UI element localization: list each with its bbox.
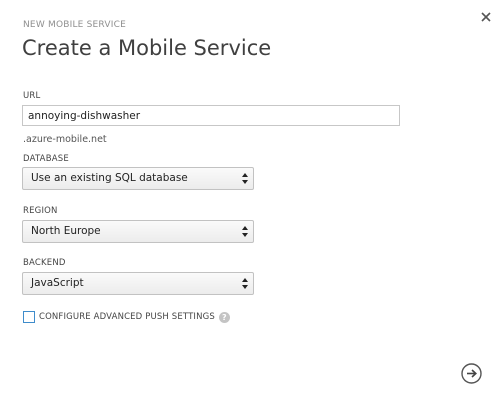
up-down-arrows-icon <box>242 173 248 184</box>
arrow-right-circle-icon <box>461 363 482 384</box>
region-select-value: North Europe <box>31 225 101 237</box>
region-label: REGION <box>23 206 58 216</box>
close-button[interactable] <box>479 9 493 23</box>
url-label: URL <box>23 91 41 101</box>
backend-select[interactable]: JavaScript <box>22 272 254 295</box>
up-down-arrows-icon <box>242 278 248 289</box>
backend-label: BACKEND <box>23 258 66 268</box>
database-label: DATABASE <box>23 154 69 164</box>
database-select[interactable]: Use an existing SQL database <box>22 167 254 190</box>
up-down-arrows-icon <box>242 226 248 237</box>
dialog-title: Create a Mobile Service <box>22 36 272 60</box>
database-select-value: Use an existing SQL database <box>31 172 188 184</box>
region-select[interactable]: North Europe <box>22 220 254 243</box>
url-input[interactable] <box>22 105 400 126</box>
question-mark-icon[interactable]: ? <box>218 311 230 323</box>
url-suffix: .azure-mobile.net <box>23 134 107 145</box>
new-mobile-service-dialog: NEW MOBILE SERVICE Create a Mobile Servi… <box>0 0 500 404</box>
push-settings-row: CONFIGURE ADVANCED PUSH SETTINGS ? <box>23 311 230 323</box>
push-settings-checkbox[interactable] <box>23 311 35 323</box>
dialog-subtitle: NEW MOBILE SERVICE <box>23 20 126 30</box>
push-settings-label[interactable]: CONFIGURE ADVANCED PUSH SETTINGS <box>39 312 215 322</box>
next-button[interactable] <box>461 363 482 384</box>
close-icon <box>481 12 491 22</box>
backend-select-value: JavaScript <box>31 277 84 289</box>
